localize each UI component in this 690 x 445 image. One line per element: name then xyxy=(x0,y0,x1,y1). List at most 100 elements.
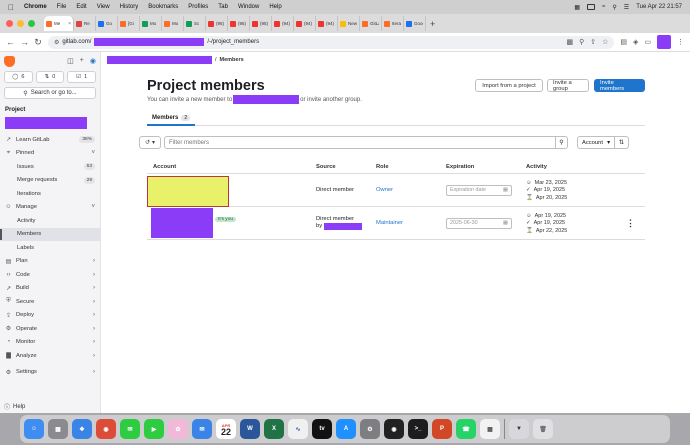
minimize-window-icon[interactable] xyxy=(17,20,24,27)
invite-members-button[interactable]: Invite members xyxy=(594,79,645,92)
downloads-folder-icon[interactable]: ▼ xyxy=(509,419,529,439)
terminal-icon[interactable]: >_ xyxy=(408,419,428,439)
browser-tab[interactable]: [Gi xyxy=(118,16,140,31)
menu-help[interactable]: Help xyxy=(269,4,281,10)
menu-file[interactable]: File xyxy=(57,4,67,10)
sidebar-item-code[interactable]: ‹› Code › xyxy=(0,268,100,282)
sidebar-item-build[interactable]: ↗ Build › xyxy=(0,282,100,296)
sidebar-toggle-icon[interactable]: ◫ xyxy=(67,57,74,65)
role-link[interactable]: Owner xyxy=(376,187,393,193)
sidebar-item-pinned[interactable]: ⌖ Pinned ˅ xyxy=(0,147,100,161)
puzzle-icon[interactable]: ◈ xyxy=(633,38,638,46)
role-link[interactable]: Maintainer xyxy=(376,220,403,226)
battery-icon[interactable] xyxy=(587,4,596,10)
app-store-icon[interactable]: A xyxy=(336,419,356,439)
sidebar-item-manage[interactable]: ☺ Manage ˅ xyxy=(0,201,100,215)
davinci-resolve-icon[interactable]: ◉ xyxy=(384,419,404,439)
sidebar-item-plan[interactable]: ▤ Plan › xyxy=(0,255,100,269)
browser-tab[interactable]: (94) H xyxy=(316,16,338,31)
sort-direction-button[interactable]: ⇅ xyxy=(615,136,629,149)
browser-tab[interactable]: (95) Yo xyxy=(206,16,228,31)
redacted-project-link[interactable] xyxy=(233,95,300,104)
sidebar-item-iterations[interactable]: Iterations xyxy=(0,187,100,201)
chrome-icon[interactable]: ◉ xyxy=(96,419,116,439)
browser-tab[interactable]: Mo xyxy=(140,16,162,31)
browser-tab[interactable]: Sc xyxy=(184,16,206,31)
sidebar-item-labels[interactable]: Labels xyxy=(0,241,100,255)
address-bar[interactable]: ⚙ gitlab.com/ /-/project_members ▩ ⚲ ⇧ ☆ xyxy=(48,35,615,49)
zoom-icon[interactable]: ⚲ xyxy=(579,38,584,46)
browser-tab[interactable]: Googl xyxy=(404,16,426,31)
whatsapp-icon[interactable]: ☎ xyxy=(456,419,476,439)
reload-icon[interactable]: ↻ xyxy=(34,37,42,48)
browser-tab[interactable]: GitLab xyxy=(360,16,382,31)
back-icon[interactable]: ← xyxy=(6,37,15,47)
redacted-account[interactable] xyxy=(147,176,229,207)
browser-tab[interactable]: New ta xyxy=(338,16,360,31)
menu-bookmarks[interactable]: Bookmarks xyxy=(148,4,178,10)
safari-icon[interactable]: ❖ xyxy=(72,419,92,439)
sidebar-item-monitor[interactable]: ◔ Monitor › xyxy=(0,336,100,350)
help-link[interactable]: ⓘ Help xyxy=(4,402,25,412)
forward-icon[interactable]: → xyxy=(20,37,29,47)
browser-tab[interactable]: (94) H xyxy=(272,16,294,31)
sidebar-item-operate[interactable]: ⚙ Operate › xyxy=(0,322,100,336)
search-button[interactable]: ⚲ Search or go to... xyxy=(4,87,96,99)
facetime-icon[interactable]: ▶ xyxy=(144,419,164,439)
clock[interactable]: Tue Apr 22 21:57 xyxy=(636,4,682,10)
site-info-icon[interactable]: ⚙ xyxy=(54,39,59,46)
calendar-icon[interactable]: APR 22 xyxy=(216,419,236,439)
import-from-project-button[interactable]: Import from a project xyxy=(475,79,543,92)
sidebar-item-learn-gitlab[interactable]: ↗ Learn GitLab 38% xyxy=(0,133,100,147)
share-icon[interactable]: ⇧ xyxy=(590,38,596,46)
wifi-icon[interactable]: ≈ xyxy=(602,4,605,10)
browser-tab[interactable]: (94) H xyxy=(294,16,316,31)
preview-icon[interactable]: ▦ xyxy=(480,419,500,439)
expiration-date-input[interactable]: Expiration date ▦ xyxy=(446,184,512,196)
menu-profiles[interactable]: Profiles xyxy=(188,4,208,10)
merge-requests-counter[interactable]: ⇅ 0 xyxy=(35,71,65,83)
extension-icon[interactable]: ▤ xyxy=(620,38,627,46)
plus-icon[interactable]: + xyxy=(80,57,84,65)
redacted-inviter[interactable] xyxy=(324,223,363,230)
sidepanel-icon[interactable]: ▭ xyxy=(644,38,651,46)
browser-tab[interactable]: Re xyxy=(74,16,96,31)
sidebar-item-members[interactable]: Members xyxy=(0,227,100,241)
zoom-window-icon[interactable] xyxy=(28,20,35,27)
sidebar-item-merge-requests[interactable]: Merge requests 29 xyxy=(0,174,100,188)
browser-tab[interactable]: (95) H xyxy=(250,16,272,31)
gitlab-logo-icon[interactable] xyxy=(4,55,15,67)
invite-group-button[interactable]: Invite a group xyxy=(547,79,589,92)
profile-avatar[interactable] xyxy=(657,35,671,49)
tab-members[interactable]: Members 2 xyxy=(147,112,196,126)
sidebar-item-activity[interactable]: Activity xyxy=(0,214,100,228)
browser-tab[interactable]: Iteratio xyxy=(382,16,404,31)
search-icon[interactable]: ⚲ xyxy=(612,4,616,11)
todos-counter[interactable]: ☑ 1 xyxy=(67,71,97,83)
filter-search-button[interactable]: ⚲ xyxy=(556,136,568,149)
grid-icon[interactable]: ▦ xyxy=(574,4,580,11)
system-settings-icon[interactable]: ⚙ xyxy=(360,419,380,439)
sidebar-item-secure[interactable]: ⛨ Secure › xyxy=(0,295,100,309)
sidebar-item-deploy[interactable]: ⇪ Deploy › xyxy=(0,309,100,323)
apple-icon[interactable]:  xyxy=(8,3,14,12)
photos-icon[interactable]: ✿ xyxy=(168,419,188,439)
expiration-date-input[interactable]: 2025-06-30 ▦ xyxy=(446,217,512,229)
cast-icon[interactable]: ▩ xyxy=(566,38,573,46)
recent-searches-dropdown[interactable]: ↺ ▾ xyxy=(139,136,161,149)
menu-app-name[interactable]: Chrome xyxy=(24,4,47,10)
chrome-menu-icon[interactable]: ⋮ xyxy=(677,38,684,46)
browser-tab[interactable]: Go xyxy=(96,16,118,31)
browser-tab[interactable]: (95) H xyxy=(228,16,250,31)
browser-tab[interactable]: Me × xyxy=(44,16,74,31)
bookmark-star-icon[interactable]: ☆ xyxy=(602,38,608,46)
redacted-project-name[interactable] xyxy=(5,117,87,129)
sidebar-item-issues[interactable]: Issues 53 xyxy=(0,160,100,174)
filter-members-input[interactable]: Filter members xyxy=(164,136,556,149)
breadcrumb-current[interactable]: Members xyxy=(220,57,244,63)
new-tab-icon[interactable]: + xyxy=(430,19,435,29)
word-icon[interactable]: W xyxy=(240,419,260,439)
apple-tv-icon[interactable]: tv xyxy=(312,419,332,439)
more-actions-icon[interactable]: ⋮ xyxy=(626,218,635,229)
avatar[interactable]: ◉ xyxy=(90,57,96,65)
